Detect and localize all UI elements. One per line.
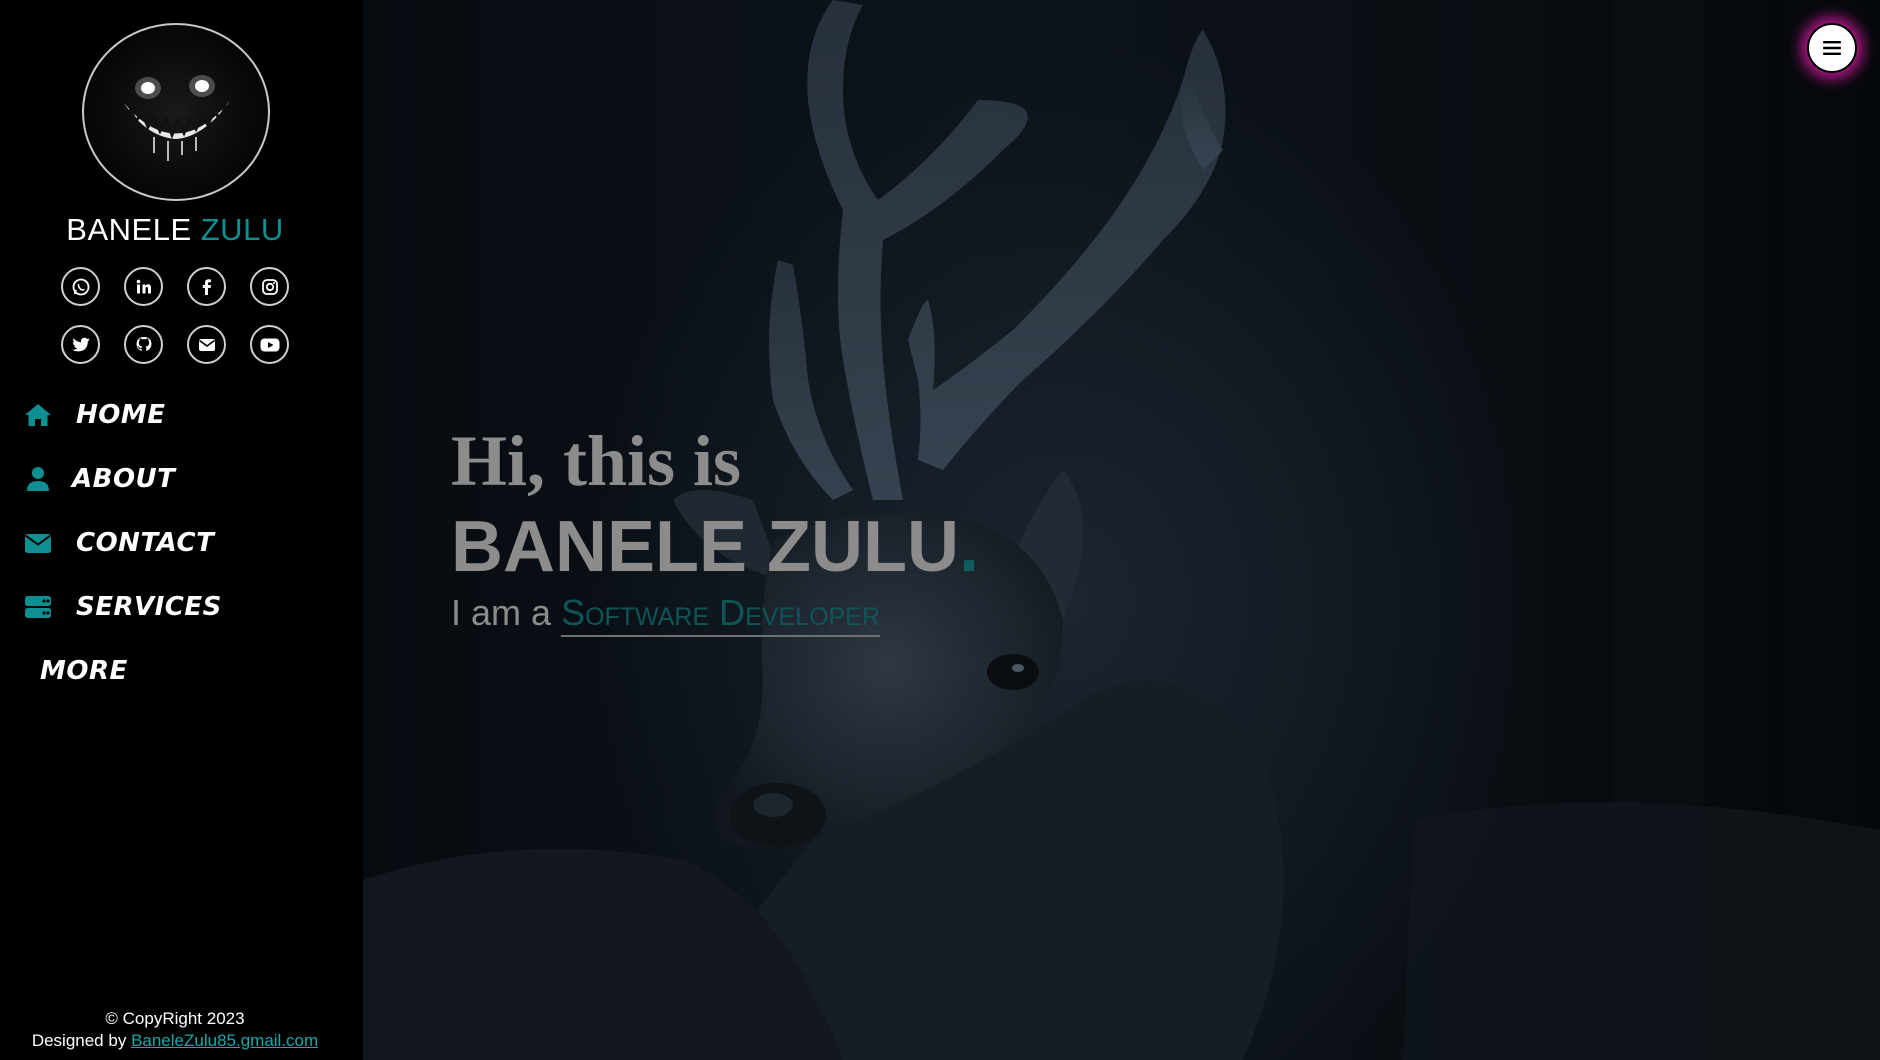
github-icon[interactable] <box>124 325 163 364</box>
envelope-icon <box>24 529 52 557</box>
brand-name: BANELE ZULU <box>0 212 350 248</box>
hamburger-icon <box>1823 41 1841 55</box>
hero-role-prefix: I am a <box>451 592 552 633</box>
sidebar: BANELE ZULU HOME ABOUT CONTACT SERVICES … <box>0 0 363 1060</box>
nav-item-more[interactable]: MORE <box>40 656 128 686</box>
whatsapp-icon[interactable] <box>61 267 100 306</box>
nav-label-contact: CONTACT <box>76 528 215 558</box>
social-links-row-1 <box>61 267 289 306</box>
nav-label-home: HOME <box>76 400 166 430</box>
designed-by-label: Designed by <box>31 1031 127 1050</box>
instagram-icon[interactable] <box>250 267 289 306</box>
youtube-icon[interactable] <box>250 325 289 364</box>
twitter-icon[interactable] <box>61 325 100 364</box>
nav-item-contact[interactable]: CONTACT <box>24 528 214 558</box>
hero-name: BANELE ZULU. <box>451 506 979 588</box>
nav-label-about: ABOUT <box>72 464 176 494</box>
home-icon <box>24 401 52 429</box>
nav-label-more: MORE <box>40 656 128 686</box>
hero-name-text: BANELE ZULU <box>451 507 959 587</box>
hero-role-link[interactable]: Software Developer <box>561 592 880 637</box>
linkedin-icon[interactable] <box>124 267 163 306</box>
menu-toggle-button[interactable] <box>1807 23 1857 73</box>
avatar <box>82 23 270 201</box>
hero-role: I am a Software Developer <box>451 592 979 637</box>
sidebar-footer: © CopyRight 2023 Designed by BaneleZulu8… <box>0 1008 350 1052</box>
nav-label-services: SERVICES <box>76 592 222 622</box>
brand-first-name: BANELE <box>66 212 192 247</box>
email-icon[interactable] <box>187 325 226 364</box>
nav-item-about[interactable]: ABOUT <box>24 464 175 494</box>
hero-section: Hi, this is BANELE ZULU. I am a Software… <box>363 0 1880 1060</box>
copyright-text: © CopyRight 2023 <box>105 1009 245 1028</box>
nav-item-home[interactable]: HOME <box>24 400 166 430</box>
page: BANELE ZULU HOME ABOUT CONTACT SERVICES … <box>0 0 1880 1060</box>
designer-email-link[interactable]: BaneleZulu85.gmail.com <box>131 1031 318 1050</box>
hero-text: Hi, this is BANELE ZULU. I am a Software… <box>451 420 979 637</box>
hero-greeting: Hi, this is <box>451 421 742 501</box>
user-icon <box>24 465 52 493</box>
hero-name-dot: . <box>958 507 979 587</box>
facebook-icon[interactable] <box>187 267 226 306</box>
brand-last-name: ZULU <box>200 212 284 247</box>
designed-by: Designed by BaneleZulu85.gmail.com <box>0 1030 350 1052</box>
server-icon <box>24 593 52 621</box>
social-links-row-2 <box>61 325 289 364</box>
nav-item-services[interactable]: SERVICES <box>24 592 222 622</box>
